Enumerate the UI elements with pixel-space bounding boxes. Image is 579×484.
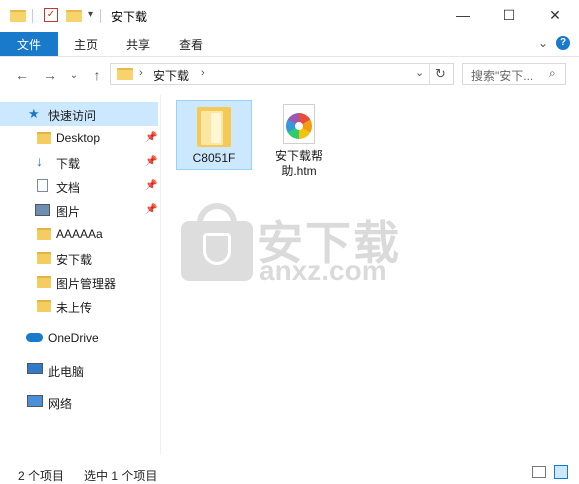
file-name-line: 安下载帮	[274, 149, 323, 163]
pin-icon: 📌	[145, 132, 158, 143]
watermark-logo	[181, 203, 253, 281]
sidebar-item-label: 网络	[48, 397, 73, 411]
sidebar-item-quick-access[interactable]: ★ 快速访问	[0, 102, 158, 126]
tab-file[interactable]: 文件	[0, 32, 58, 56]
watermark-subtext: anxz.com	[259, 255, 387, 286]
folder-icon	[37, 300, 51, 312]
sidebar-item-not-uploaded[interactable]: 未上传	[0, 294, 158, 318]
chevron-right-icon[interactable]: ›	[201, 67, 205, 79]
sidebar-item-network[interactable]: 网络	[0, 390, 158, 414]
file-list: C8051F 安下载帮 助.htm 安下载 anxz.com	[161, 95, 579, 455]
sidebar-item-anxiazai[interactable]: 安下载	[0, 246, 158, 270]
recent-locations-icon[interactable]: ⌄	[64, 65, 84, 85]
sidebar-item-label: 未上传	[56, 301, 93, 315]
tab-home[interactable]: 主页	[70, 32, 102, 56]
sidebar-item-label: OneDrive	[48, 331, 99, 345]
divider	[32, 9, 33, 23]
minimize-button[interactable]: —	[440, 0, 486, 30]
sidebar-item-label: 文档	[56, 181, 81, 195]
file-name-line: 助.htm	[281, 164, 317, 178]
sidebar-item-image-manager[interactable]: 图片管理器	[0, 270, 158, 294]
chevron-down-icon[interactable]: ⌄	[538, 36, 548, 50]
download-icon: ↓	[36, 153, 43, 169]
title-bar: ✓ ▾ 安下载 — ☐ ✕	[0, 0, 579, 32]
navigation-pane: ★ 快速访问 Desktop 📌 ↓ 下载 📌 文档 📌 图片 📌 AAAAAa…	[0, 95, 161, 455]
sidebar-item-downloads[interactable]: ↓ 下载 📌	[0, 150, 158, 174]
sidebar-item-label: 安下载	[56, 253, 93, 267]
folder-icon	[37, 276, 51, 288]
close-button[interactable]: ✕	[532, 0, 578, 30]
computer-icon	[27, 363, 43, 374]
folder-icon	[37, 132, 51, 144]
breadcrumb[interactable]: 安下载	[153, 67, 189, 84]
folder-icon	[117, 68, 133, 80]
search-icon[interactable]: ⌕	[549, 66, 556, 81]
forward-arrow-icon[interactable]: →	[40, 65, 60, 85]
pin-icon: 📌	[145, 180, 158, 191]
sidebar-item-label: 下载	[56, 157, 81, 171]
sidebar-item-label: Desktop	[56, 131, 101, 145]
sidebar-item-label: 图片	[56, 205, 81, 219]
search-placeholder: 搜索"安下...	[471, 69, 534, 83]
sidebar-item-label: 此电脑	[48, 365, 85, 379]
sidebar-item-this-pc[interactable]: 此电脑	[0, 358, 158, 382]
address-dropdown-icon[interactable]: ⌄	[415, 66, 424, 79]
picture-icon	[35, 204, 50, 216]
up-arrow-icon[interactable]: ↑	[87, 65, 107, 85]
file-name: C8051F	[192, 151, 236, 165]
cloud-icon	[26, 333, 43, 342]
sidebar-item-pictures[interactable]: 图片 📌	[0, 198, 158, 222]
star-icon: ★	[28, 106, 40, 121]
pin-icon: 📌	[145, 204, 158, 215]
large-icons-view-icon[interactable]	[554, 465, 568, 479]
refresh-icon[interactable]: ↻	[435, 66, 446, 82]
list-item[interactable]: 安下载帮 助.htm	[261, 100, 337, 186]
selection-count: 选中 1 个项目	[84, 469, 158, 483]
maximize-button[interactable]: ☐	[486, 0, 532, 30]
window-title: 安下载	[111, 10, 148, 24]
sidebar-item-label: AAAAAa	[56, 227, 103, 241]
sidebar-item-documents[interactable]: 文档 📌	[0, 174, 158, 198]
sidebar-item-label: 图片管理器	[56, 277, 117, 291]
sidebar-item-aaaaaa[interactable]: AAAAAa	[0, 222, 158, 246]
new-folder-icon[interactable]	[66, 10, 82, 22]
pin-icon: 📌	[145, 156, 158, 167]
ribbon: 文件 主页 共享 查看 ⌄ ?	[0, 32, 579, 57]
properties-icon[interactable]: ✓	[44, 8, 58, 22]
sidebar-item-desktop[interactable]: Desktop 📌	[0, 126, 158, 150]
document-icon	[37, 179, 48, 192]
folder-icon	[197, 107, 231, 147]
divider	[429, 64, 430, 84]
tab-share[interactable]: 共享	[122, 32, 154, 56]
chevron-right-icon[interactable]: ›	[139, 67, 143, 79]
tab-view[interactable]: 查看	[175, 32, 207, 56]
search-input[interactable]: 搜索"安下... ⌕	[462, 63, 566, 85]
back-arrow-icon[interactable]: ←	[12, 65, 32, 85]
html-file-icon	[283, 104, 315, 144]
network-icon	[27, 395, 43, 407]
item-count: 2 个项目	[18, 469, 65, 483]
folder-icon	[10, 10, 26, 22]
help-icon[interactable]: ?	[556, 36, 570, 50]
folder-icon	[37, 252, 51, 264]
list-item[interactable]: C8051F	[176, 100, 252, 170]
status-bar: 2 个项目 选中 1 个项目	[0, 462, 579, 484]
folder-icon	[37, 228, 51, 240]
divider	[100, 9, 101, 23]
sidebar-item-onedrive[interactable]: OneDrive	[0, 326, 158, 350]
sidebar-item-label: 快速访问	[48, 109, 97, 123]
address-bar[interactable]: › 安下载 › ⌄ ↻	[110, 63, 454, 85]
quick-access-dropdown-icon[interactable]: ▾	[88, 9, 93, 20]
details-view-icon[interactable]	[532, 466, 546, 478]
